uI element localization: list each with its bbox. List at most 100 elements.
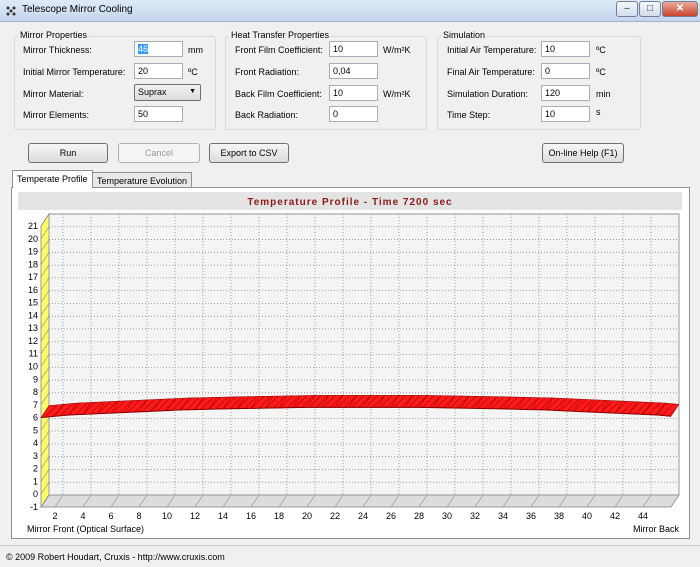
plot-floor [40,494,680,508]
x-tick-label: 38 [554,511,564,521]
x-tick-label: 28 [414,511,424,521]
maximize-button[interactable]: □ [639,1,661,17]
y-tick-label: 4 [33,438,38,448]
tab-temperate-profile[interactable]: Temperate Profile [12,170,93,188]
heat-transfer-title: Heat Transfer Properties [229,30,332,40]
y-tick-label: 17 [28,272,38,282]
mirror-elements-label: Mirror Elements: [23,110,90,120]
mirror-material-label: Mirror Material: [23,89,84,99]
x-tick-label: 34 [498,511,508,521]
x-tick-label: 26 [386,511,396,521]
x-tick-label: 30 [442,511,452,521]
mirror-thickness-input[interactable]: 46 [134,41,183,57]
y-tick-label: 0 [33,489,38,499]
x-tick-label: 24 [358,511,368,521]
back-radiation-label: Back Radiation: [235,110,299,120]
simulation-title: Simulation [441,30,488,40]
x-tick-label: 4 [80,511,85,521]
x-tick-label: 18 [274,511,284,521]
temperature-profile-chart: Temperature Profile - Time 7200 sec-1012… [12,188,689,538]
initial-air-temp-label: Initial Air Temperature: [447,45,537,55]
y-tick-label: 19 [28,247,38,257]
time-step-label: Time Step: [447,110,491,120]
export-csv-button[interactable]: Export to CSV [209,143,289,163]
final-air-temp-label: Final Air Temperature: [447,67,535,77]
minimize-icon: – [624,3,630,14]
time-step-input[interactable]: 10 [541,106,590,122]
x-tick-label: 6 [108,511,113,521]
y-tick-label: 3 [33,451,38,461]
y-tick-label: 9 [33,374,38,384]
status-bar: © 2009 Robert Houdart, Cruxis - http://w… [0,545,700,567]
initial-mirror-temp-unit: ºC [188,67,198,77]
close-button[interactable]: ✕ [662,1,698,17]
front-radiation-input[interactable]: 0,04 [329,63,378,79]
simulation-duration-input[interactable]: 120 [541,85,590,101]
back-film-unit: W/m²K [383,89,411,99]
minimize-button[interactable]: – [616,1,638,17]
y-tick-label: 10 [28,362,38,372]
y-tick-label: 14 [28,310,38,320]
back-film-label: Back Film Coefficient: [235,89,322,99]
x-tick-label: 14 [218,511,228,521]
x-tick-label: 12 [190,511,200,521]
x-tick-label: 42 [610,511,620,521]
status-text: © 2009 Robert Houdart, Cruxis - http://w… [6,552,225,562]
y-tick-label: 11 [29,349,38,359]
x-tick-label: 16 [246,511,256,521]
x-axis-end-label: Mirror Back [633,524,680,534]
y-tick-label: 7 [33,400,38,410]
mirror-elements-input[interactable]: 50 [134,106,183,122]
front-film-unit: W/m²K [383,45,411,55]
initial-air-temp-input[interactable]: 10 [541,41,590,57]
y-tick-label: 13 [28,323,38,333]
tab-panel: Temperature Profile - Time 7200 sec -1 0 1 2… [11,187,690,539]
y-tick-label: 5 [33,425,38,435]
y-tick-label: 15 [28,298,38,308]
y-tick-label: -1 [30,502,38,512]
y-tick-label: 20 [28,234,38,244]
x-tick-label: 2 [52,511,57,521]
y-tick-label: 12 [28,336,38,346]
y-tick-label: 8 [33,387,38,397]
cancel-button[interactable]: Cancel [118,143,200,163]
online-help-button[interactable]: On-line Help (F1) [542,143,624,163]
y-tick-label: 21 [28,221,38,231]
y-tick-label: 16 [28,285,38,295]
run-button[interactable]: Run [28,143,108,163]
initial-air-temp-unit: ºC [596,45,606,55]
mirror-thickness-unit: mm [188,45,203,55]
title-bar: Telescope Mirror Cooling – □ ✕ [0,0,700,22]
y-tick-label: 6 [33,413,38,423]
simulation-duration-unit: min [596,89,611,99]
x-tick-label: 40 [582,511,592,521]
x-tick-label: 22 [330,511,340,521]
maximize-icon: □ [646,3,654,14]
y-tick-label: 2 [33,464,38,474]
x-axis-start-label: Mirror Front (Optical Surface) [27,524,144,534]
x-tick-label: 44 [638,511,648,521]
mirror-properties-title: Mirror Properties [18,30,90,40]
x-tick-label: 10 [162,511,172,521]
mirror-material-value: Suprax [138,87,167,97]
back-radiation-input[interactable]: 0 [329,106,378,122]
window-title: Telescope Mirror Cooling [22,4,133,15]
front-film-label: Front Film Coefficient: [235,45,323,55]
mirror-thickness-label: Mirror Thickness: [23,45,92,55]
initial-mirror-temp-input[interactable]: 20 [134,63,183,79]
x-tick-label: 8 [136,511,141,521]
y-tick-label: 1 [33,476,38,486]
x-tick-label: 36 [526,511,536,521]
back-film-input[interactable]: 10 [329,85,378,101]
mirror-material-select[interactable]: Suprax ▼ [134,84,201,101]
final-air-temp-unit: ºC [596,67,606,77]
simulation-duration-label: Simulation Duration: [447,89,529,99]
chevron-down-icon: ▼ [189,88,196,95]
x-tick-label: 20 [302,511,312,521]
x-tick-label: 32 [470,511,480,521]
front-film-input[interactable]: 10 [329,41,378,57]
final-air-temp-input[interactable]: 0 [541,63,590,79]
initial-mirror-temp-label: Initial Mirror Temperature: [23,67,126,77]
chart-title: Temperature Profile - Time 7200 sec [247,197,452,208]
telescope-app-icon [6,6,16,16]
